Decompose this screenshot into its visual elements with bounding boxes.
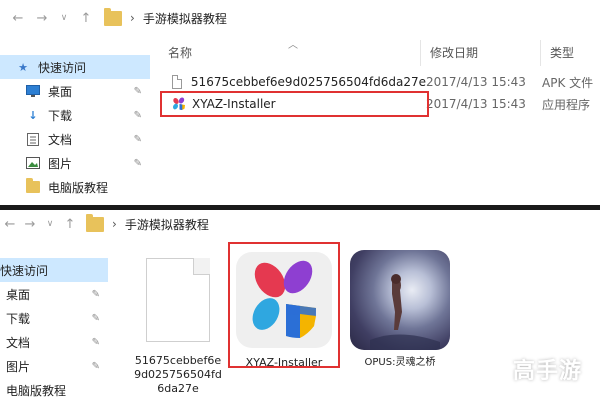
breadcrumb-separator-icon: › [130,11,135,25]
highlight-box [228,242,340,368]
document-icon [26,132,40,146]
breadcrumb-folder[interactable]: 手游模拟器教程 [143,10,227,27]
sidebar-item-downloads[interactable]: ↓ 下载 ✎ [0,103,150,127]
folder-icon [104,7,122,26]
star-icon: ★ [18,60,28,74]
top-explorer-window: ← → ∨ ↑ › 手游模拟器教程 ★ 快速访问 桌面 ✎ ↓ 下载 ✎ 文档 … [0,0,600,205]
sidebar-item-label: 快速访问 [38,60,87,75]
game-icon [350,250,450,350]
sidebar-item-quick-access[interactable]: ★ 快速访问 [0,55,150,79]
sidebar-item-label: 电脑版教程 [48,180,109,195]
desktop-icon [26,85,40,97]
recent-locations-chevron-icon[interactable]: ∨ [40,214,60,234]
sidebar-item-documents[interactable]: 文档 ✎ [0,127,150,151]
file-type: 应用程序 [542,97,591,112]
sidebar-item-desktop[interactable]: 桌面 ✎ [0,79,150,103]
file-modified: 2017/4/13 15:43 [426,75,526,89]
sort-ascending-icon: ︿ [288,40,298,51]
sidebar-item-label: 图片 [48,156,73,171]
navigation-pane: ★ 快速访问 桌面 ✎ ↓ 下载 ✎ 文档 ✎ 图片 ✎ 电脑版教程 [0,55,150,199]
sidebar-item-pictures[interactable]: 图片 ✎ [0,151,150,175]
watermark-text: 高手游 [512,359,582,384]
sidebar-item-label: 图片 [6,359,31,374]
sidebar-item-label: 下载 [48,108,73,123]
column-header-name[interactable]: 名称 [168,44,192,64]
sidebar-item-label: 桌面 [48,84,73,99]
navigation-pane: 快速访问 桌面 ✎ 下载 ✎ 文档 ✎ 图片 ✎ 电脑版教程 [0,258,108,400]
sidebar-item-label: 电脑版教程 [6,383,67,398]
bottom-explorer-window: ← → ∨ ↑ › 手游模拟器教程 快速访问 桌面 ✎ 下载 ✎ 文档 ✎ 图片… [0,210,600,400]
sidebar-item-label: 文档 [48,132,73,147]
back-arrow-icon[interactable]: ← [0,214,20,234]
sidebar-item-pc-tutorials[interactable]: 电脑版教程 [0,378,108,400]
game-tile-label: OPUS:灵魂之桥 [364,357,436,368]
file-type: APK 文件 [542,75,594,90]
sidebar-item-label: 桌面 [6,287,31,302]
pin-icon[interactable]: ✎ [134,110,142,121]
address-bar: ← → ∨ ↑ › 手游模拟器教程 [0,0,600,36]
recent-locations-chevron-icon[interactable]: ∨ [54,8,74,28]
sidebar-item-documents[interactable]: 文档 ✎ [0,330,108,354]
forward-arrow-icon[interactable]: → [32,8,52,28]
file-tile[interactable]: 51675cebbef6e 9d025756504fd 6da27e [130,252,226,396]
sidebar-item-desktop[interactable]: 桌面 ✎ [0,282,108,306]
highlight-box [160,91,429,117]
file-tile-label: 51675cebbef6e 9d025756504fd 6da27e [134,354,222,395]
file-modified: 2017/4/13 15:43 [426,97,526,111]
file-icon [146,258,210,342]
column-divider[interactable] [540,40,541,66]
back-arrow-icon[interactable]: ← [8,8,28,28]
pin-icon[interactable]: ✎ [134,134,142,145]
breadcrumb-folder[interactable]: 手游模拟器教程 [125,216,209,233]
folder-icon [26,178,40,193]
breadcrumb[interactable]: › 手游模拟器教程 [104,7,227,29]
sidebar-item-label: 快速访问 [0,263,49,278]
sidebar-item-pictures[interactable]: 图片 ✎ [0,354,108,378]
sidebar-item-downloads[interactable]: 下载 ✎ [0,306,108,330]
file-row[interactable]: 51675cebbef6e9d025756504fd6da27e 2017/4/… [168,71,600,93]
pin-icon[interactable]: ✎ [92,337,100,348]
column-divider[interactable] [420,40,421,66]
file-icon [172,75,182,89]
up-arrow-icon[interactable]: ↑ [60,214,80,234]
pictures-icon [26,157,40,169]
watermark-url: GAOSHOUYOU.COM [500,385,594,394]
forward-arrow-icon[interactable]: → [20,214,40,234]
file-name: 51675cebbef6e9d025756504fd6da27e [190,75,426,89]
column-header-type[interactable]: 类型 [550,44,574,64]
up-arrow-icon[interactable]: ↑ [76,8,96,28]
sidebar-item-quick-access[interactable]: 快速访问 [0,258,108,282]
pin-icon[interactable]: ✎ [134,86,142,97]
folder-icon [86,213,104,232]
game-tile[interactable]: OPUS:灵魂之桥 [350,250,450,370]
pin-icon[interactable]: ✎ [92,289,100,300]
watermark-logo: 高手游 GAOSHOUYOU.COM [501,353,594,394]
pin-icon[interactable]: ✎ [92,313,100,324]
download-icon: ↓ [28,108,38,122]
column-header-modified[interactable]: 修改日期 [430,44,478,64]
sidebar-item-pc-tutorials[interactable]: 电脑版教程 [0,175,150,199]
pin-icon[interactable]: ✎ [134,158,142,169]
address-bar: ← → ∨ ↑ › 手游模拟器教程 [0,210,600,238]
breadcrumb-separator-icon: › [112,217,117,231]
sidebar-item-label: 文档 [6,335,31,350]
sidebar-item-label: 下载 [6,311,31,326]
pin-icon[interactable]: ✎ [92,361,100,372]
breadcrumb[interactable]: › 手游模拟器教程 [86,213,209,235]
